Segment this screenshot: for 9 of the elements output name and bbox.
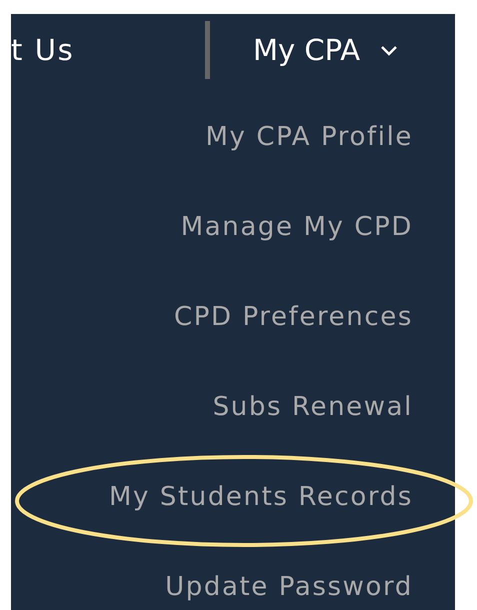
menu-item[interactable]: Update Password <box>165 572 413 602</box>
menu-button[interactable]: My CPA <box>253 33 398 67</box>
menu-item[interactable]: Manage My CPD <box>180 212 413 242</box>
menu-item[interactable]: My CPA Profile <box>205 122 413 152</box>
menu-item[interactable]: My Students Records <box>108 482 413 512</box>
nav-link[interactable]: t Us <box>11 33 205 67</box>
menu-item[interactable]: CPD Preferences <box>174 302 413 332</box>
menu-item[interactable]: Subs Renewal <box>212 392 413 422</box>
chevron-icon <box>380 44 398 56</box>
